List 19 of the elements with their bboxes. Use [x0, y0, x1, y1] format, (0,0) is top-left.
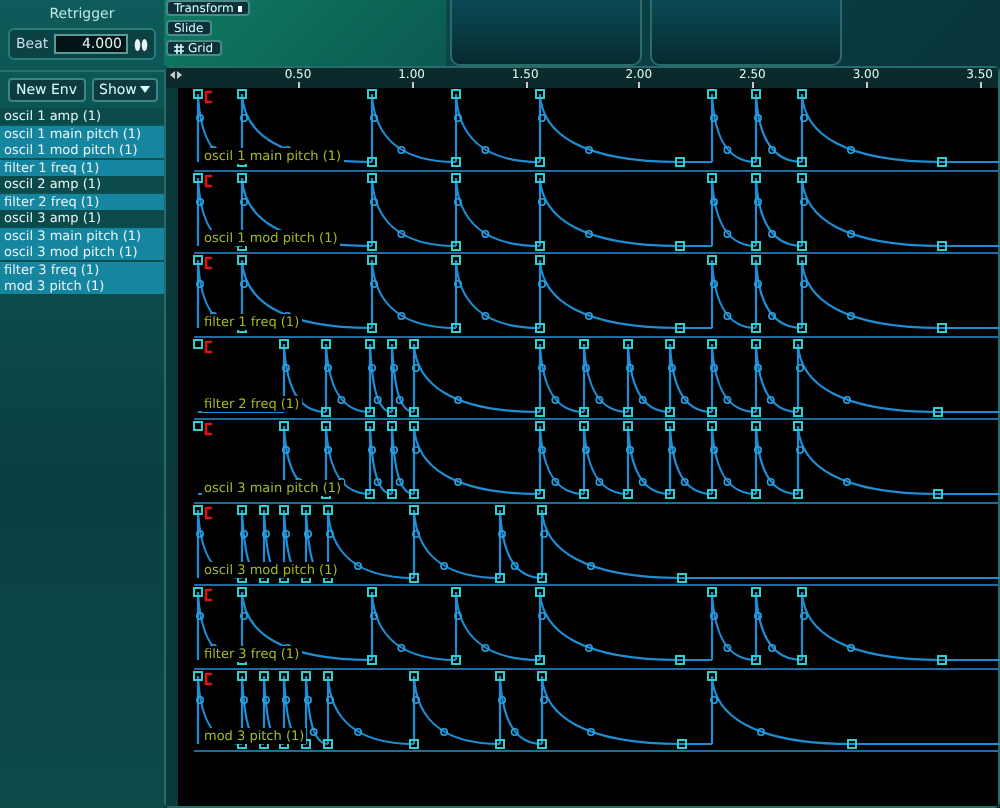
grid-icon	[174, 43, 184, 53]
start-marker-icon	[204, 422, 212, 436]
start-marker-icon	[204, 588, 212, 602]
arrows-icon	[170, 70, 182, 80]
start-marker-icon	[204, 505, 212, 519]
envelope-curve-drawing[interactable]	[193, 89, 1000, 167]
envelope-curve-drawing[interactable]	[193, 172, 1000, 250]
envelope-curve-drawing[interactable]	[193, 587, 1000, 665]
start-marker-icon	[204, 339, 212, 353]
start-marker-icon	[204, 90, 212, 104]
envelope-curve-drawing[interactable]	[193, 255, 1000, 333]
start-marker-icon	[204, 173, 212, 187]
start-marker-icon	[204, 671, 212, 685]
envelope-curve-drawing[interactable]	[193, 421, 1000, 499]
start-marker-icon	[204, 256, 212, 270]
envelope-curve-drawing[interactable]	[193, 338, 1000, 416]
envelope-curve-drawing[interactable]	[193, 670, 1000, 748]
spinner-icon[interactable]	[134, 37, 148, 51]
envelope-curve-drawing[interactable]	[193, 504, 1000, 582]
